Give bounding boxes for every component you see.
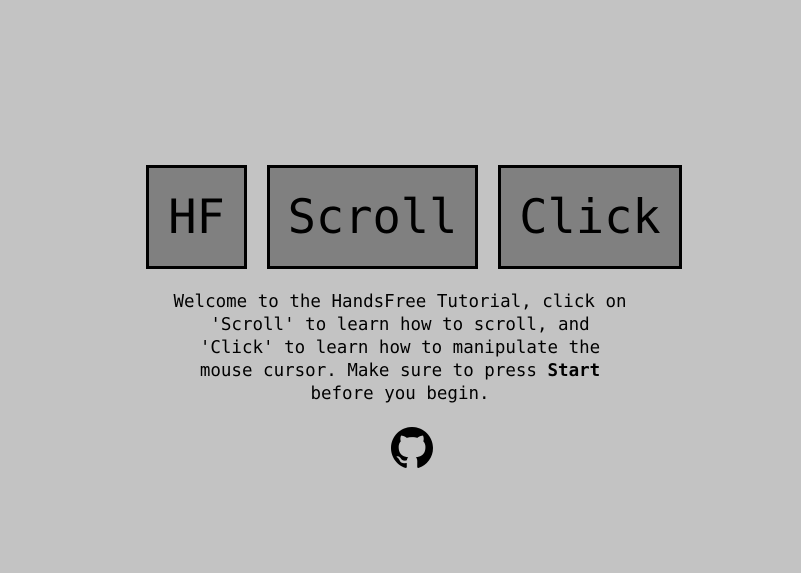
click-button[interactable]: Click [498, 165, 682, 269]
github-link[interactable] [391, 427, 433, 469]
intro-text: Welcome to the HandsFree Tutorial, click… [150, 291, 650, 406]
scroll-button[interactable]: Scroll [267, 165, 478, 269]
github-icon [391, 427, 433, 468]
hf-button[interactable]: HF [146, 165, 247, 269]
intro-text-after: before you begin. [310, 384, 490, 404]
tutorial-page: HF Scroll Click Welcome to the HandsFree… [0, 0, 801, 573]
start-keyword: Start [547, 361, 601, 381]
